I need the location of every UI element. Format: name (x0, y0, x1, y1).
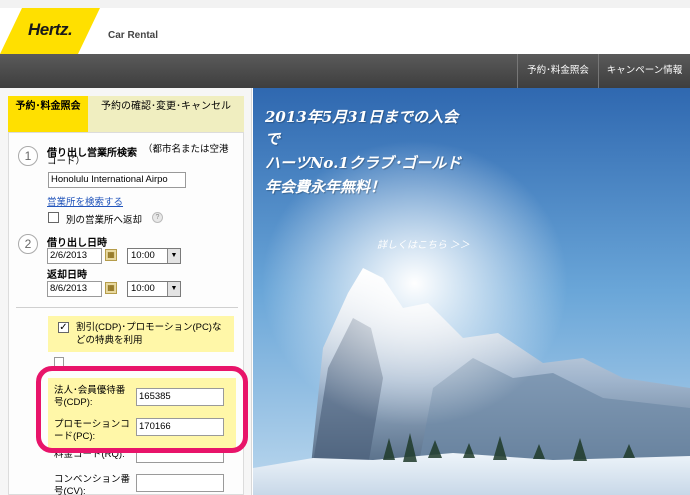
hero-headline-2: で (265, 130, 281, 148)
tab-reservation[interactable]: 予約･料金照会 (8, 96, 88, 132)
brand-subtitle: Car Rental (108, 30, 159, 41)
pickup-datetime-label: 借り出し日時 (47, 238, 107, 249)
calendar-icon[interactable]: ▦ (105, 282, 117, 294)
step-1-badge: 1 (18, 146, 38, 166)
pickup-location-hint: （都市名または空港コード） (47, 144, 229, 167)
pickup-location-input[interactable]: Honolulu International Airpo (48, 172, 186, 188)
hero-banner[interactable]: 2013年5月31日までの入会 で ハーツNo.1クラブ･ゴールド 年会費永年無… (253, 88, 690, 495)
cv-input[interactable] (136, 474, 224, 492)
tab-reservation-label: 予約･料金照会 (15, 101, 81, 112)
help-icon[interactable]: ? (152, 212, 163, 223)
return-datetime-label: 返却日時 (47, 270, 87, 281)
hero-headline-4: 年会費永年無料！ (265, 178, 386, 196)
pickup-time-value: 10:00 (131, 250, 155, 261)
hero-headline-3: ハーツNo.1クラブ･ゴールド (265, 154, 462, 172)
hertz-logo[interactable]: Hertz. (0, 8, 100, 54)
pickup-time-select[interactable]: 10:00 ▼ (127, 248, 181, 264)
cv-label: コンベンション番号(CV): (54, 474, 131, 495)
main-nav: 予約･料金照会 キャンペーン情報 (0, 54, 690, 88)
chevron-down-icon: ▼ (167, 282, 180, 296)
step-2-badge: 2 (18, 234, 38, 254)
calendar-icon[interactable]: ▦ (105, 249, 117, 261)
logo-text: Hertz. (28, 20, 73, 39)
top-strip (0, 0, 690, 8)
return-time-select[interactable]: 10:00 ▼ (127, 281, 181, 297)
chevron-down-icon: ▼ (167, 249, 180, 263)
discount-checkbox[interactable]: ✓ (58, 322, 69, 333)
return-time-value: 10:00 (131, 283, 155, 294)
nav-campaign[interactable]: キャンペーン情報 (598, 54, 690, 88)
hero-headline-1: 2013年5月31日までの入会 (265, 108, 459, 126)
annotation-highlight (36, 366, 248, 453)
mountain-landscape-image (253, 88, 690, 495)
hero-details-link[interactable]: 詳しくはこちら ＞＞ (377, 236, 470, 251)
pickup-date-input[interactable]: 2/6/2013 (47, 248, 102, 264)
return-date-input[interactable]: 8/6/2013 (47, 281, 102, 297)
divider (16, 307, 238, 308)
header (0, 8, 690, 54)
return-other-label: 別の営業所へ返却 (66, 215, 143, 226)
tab-manage-booking[interactable]: 予約の確認･変更･キャンセル (88, 96, 244, 132)
discount-checkbox-label: 割引(CDP)･プロモーション(PC)などの特典を利用 (76, 322, 222, 346)
return-other-checkbox[interactable] (48, 212, 59, 223)
search-location-link[interactable]: 営業所を検索する (47, 194, 123, 208)
nav-reservation[interactable]: 予約･料金照会 (517, 54, 598, 88)
